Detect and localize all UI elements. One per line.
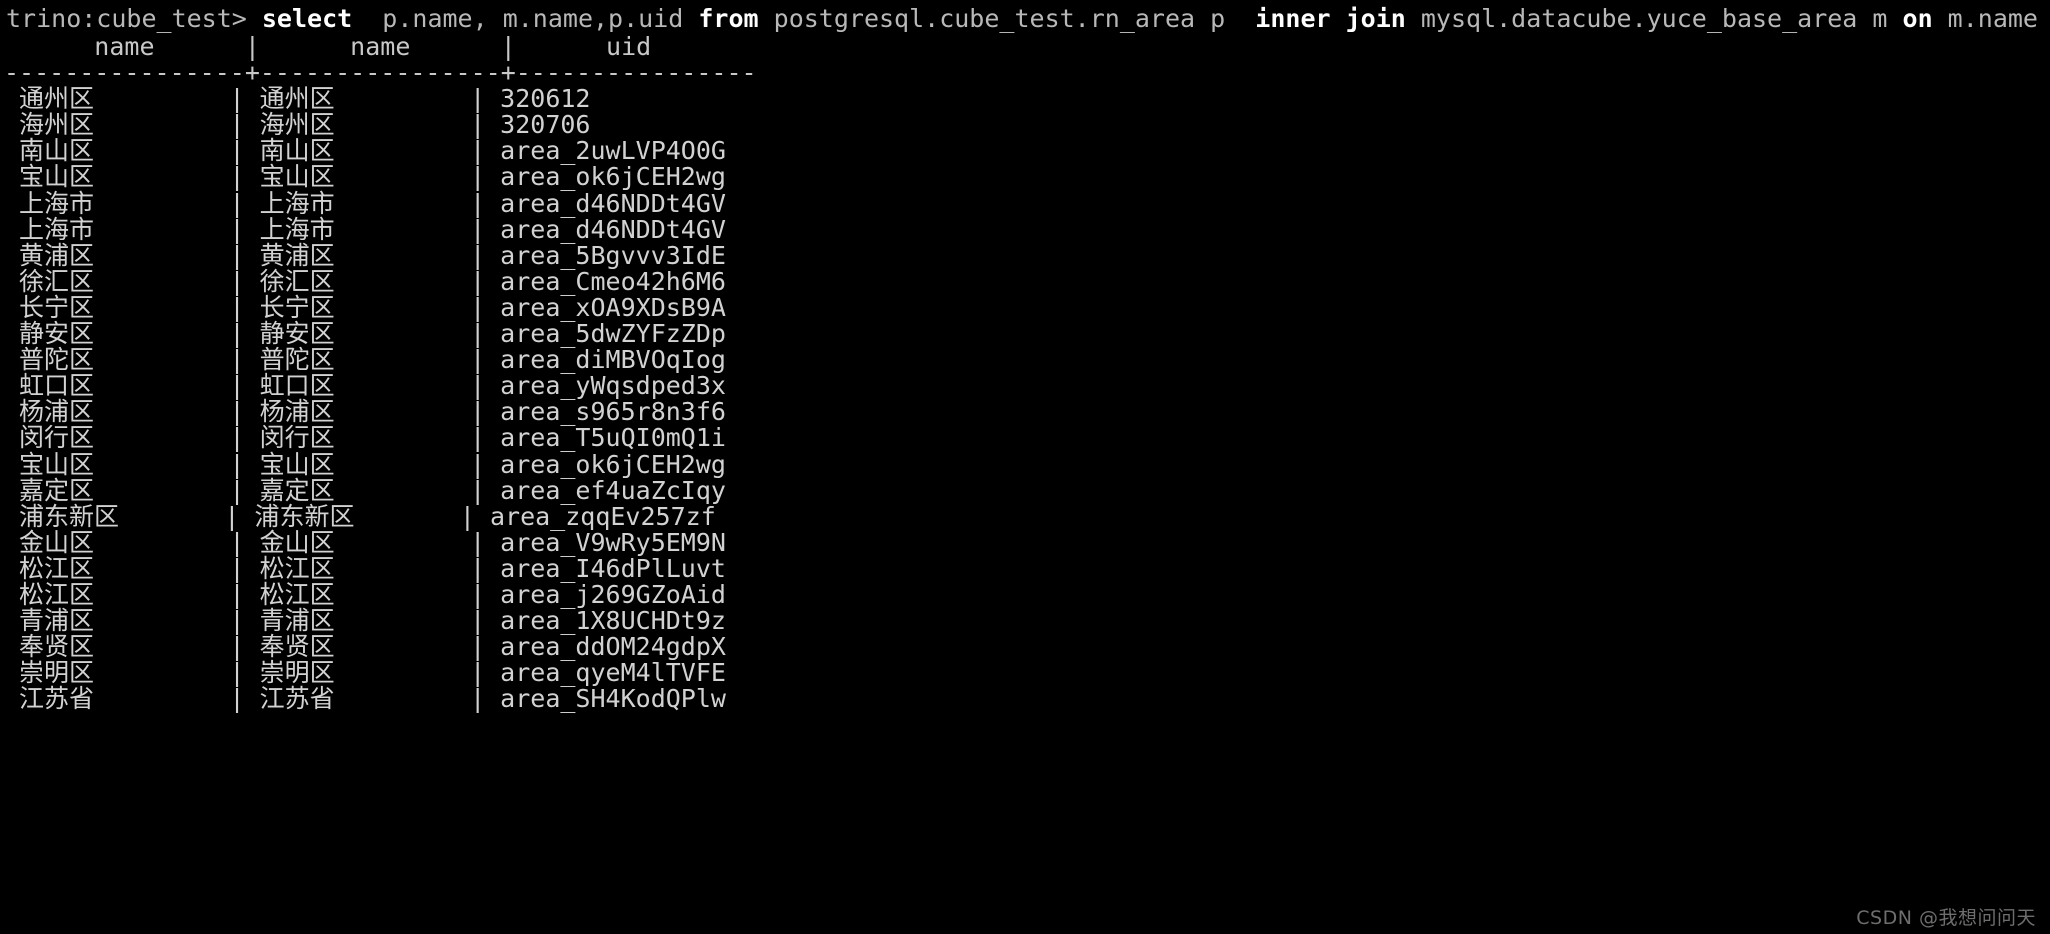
table-row: 松江区 | 松江区 | area_I46dPlLuvt [4,553,726,583]
table-row: 松江区 | 松江区 | area_j269GZoAid [4,579,726,609]
result-table: name | name | uid ----------------+-----… [4,32,2050,714]
command-prompt-line: trino:cube_test> select p.name, m.name,p… [4,4,2050,34]
sql-fragment: p.name, m.name,p.uid [352,4,699,33]
table-row: 青浦区 | 青浦区 | area_1X8UCHDt9z [4,606,726,636]
sql-keyword: inner join [1255,4,1406,33]
table-row: 闵行区 | 闵行区 | area_T5uQI0mQ1i [4,423,726,453]
table-row: 奉贤区 | 奉贤区 | area_ddOM24gdpX [4,632,726,662]
table-row: 上海市 | 上海市 | area_d46NDDt4GV [4,188,726,218]
table-row: 徐汇区 | 徐汇区 | area_Cmeo42h6M6 [4,266,726,296]
sql-keyword: on [1902,4,1933,33]
table-row: 杨浦区 | 杨浦区 | area_s965r8n3f6 [4,397,726,427]
command-text: select p.name, m.name,p.uid from postgre… [247,4,2050,33]
table-row: 浦东新区 | 浦东新区 | area_zqqEv257zf [4,501,716,531]
table-row: 宝山区 | 宝山区 | area_ok6jCEH2wg [4,449,726,479]
table-row: 静安区 | 静安区 | area_5dwZYFzZDp [4,319,726,349]
sql-fragment: postgresql.cube_test.rn_area p [758,4,1256,33]
table-separator: ----------------+----------------+------… [4,58,757,88]
watermark: CSDN @我想问问天 [1856,907,2036,929]
table-row: 黄浦区 | 黄浦区 | area_5Bgvvv3IdE [4,240,726,270]
table-row: 普陀区 | 普陀区 | area_diMBVOqIog [4,345,726,375]
table-row: 长宁区 | 长宁区 | area_xOA9XDsB9A [4,292,726,322]
prompt-label: trino:cube_test> [6,4,247,33]
table-row: 宝山区 | 宝山区 | area_ok6jCEH2wg [4,162,726,192]
sql-keyword: from [698,4,759,33]
table-row: 海州区 | 海州区 | 320706 [4,110,591,140]
table-row: 南山区 | 南山区 | area_2uwLVP4O0G [4,136,726,166]
sql-keyword: select [246,4,353,33]
table-header-row: name | name | uid [4,32,757,61]
table-row: 通州区 | 通州区 | 320612 [4,84,591,114]
table-row: 江苏省 | 江苏省 | area_SH4KodQPlw [4,684,726,714]
table-row: 崇明区 | 崇明区 | area_qyeM4lTVFE [4,658,726,688]
terminal-window[interactable]: trino:cube_test> select p.name, m.name,p… [0,0,2050,934]
table-row: 虹口区 | 虹口区 | area_yWqsdped3x [4,371,726,401]
table-row: 上海市 | 上海市 | area_d46NDDt4GV [4,214,726,244]
table-row: 金山区 | 金山区 | area_V9wRy5EM9N [4,527,726,557]
sql-fragment: mysql.datacube.yuce_base_area m [1405,4,1903,33]
sql-fragment: m.name = p.name ; [1947,4,2038,33]
table-row: 嘉定区 | 嘉定区 | area_ef4uaZcIqy [4,475,726,505]
